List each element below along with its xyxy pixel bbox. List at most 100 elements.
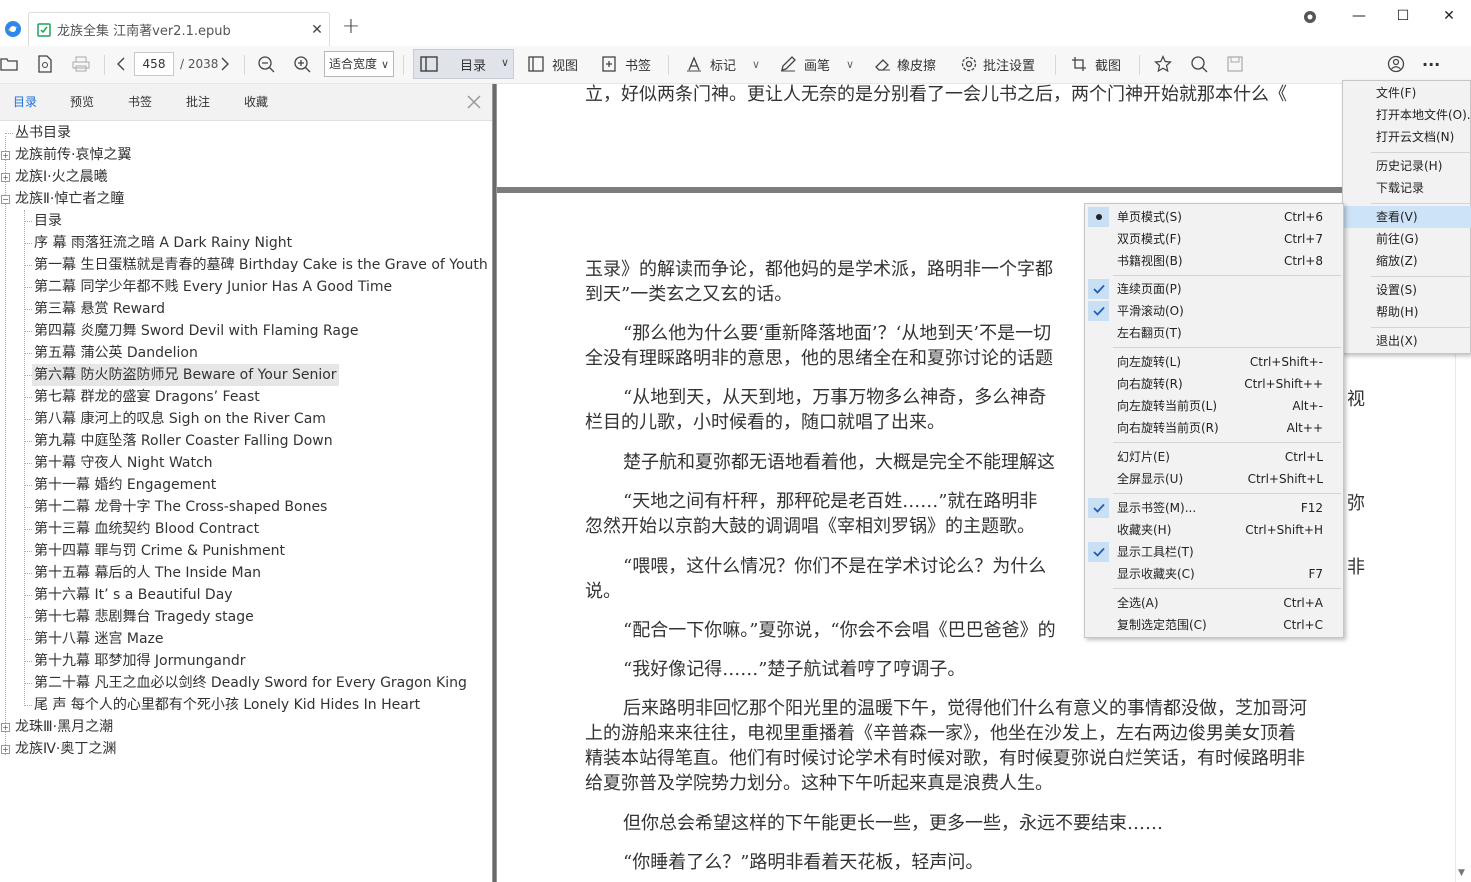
toc-item[interactable]: 第十一幕 婚约 Engagement (34, 474, 216, 496)
menu-item-favorites[interactable]: 收藏夹(H) Ctrl+Shift+H (1085, 519, 1343, 541)
toc-item[interactable]: 第十七幕 悲剧舞台 Tragedy stage (34, 606, 254, 628)
menu-item-select-all[interactable]: 全选(A) Ctrl+A (1085, 592, 1343, 614)
previous-page-button[interactable] (116, 46, 126, 82)
toc-item[interactable]: 第二十幕 凡王之血必以剑终 Deadly Sword for Every Gra… (34, 672, 467, 694)
expand-icon[interactable]: + (1, 151, 10, 160)
open-folder-button[interactable] (0, 46, 18, 82)
menu-item-show-favorites[interactable]: 显示收藏夹(C) F7 (1085, 563, 1343, 585)
menu-item-single-page[interactable]: 单页模式(S) Ctrl+6 (1085, 206, 1343, 228)
toc-item[interactable]: 第十九幕 耶梦加得 Jormungandr (34, 650, 245, 672)
menu-item-show-bookmarks[interactable]: 显示书签(M)... F12 (1085, 497, 1343, 519)
collapse-icon[interactable]: − (1, 195, 10, 204)
menu-item-rotate-right[interactable]: 向右旋转(R) Ctrl+Shift++ (1085, 373, 1343, 395)
fit-mode-select[interactable]: 适合宽度 ∨ (324, 51, 394, 77)
menu-item-exit[interactable]: 退出(X) (1343, 330, 1471, 352)
menu-item-show-toolbar[interactable]: 显示工具栏(T) (1085, 541, 1343, 563)
menu-item-fullscreen[interactable]: 全屏显示(U) Ctrl+Shift+L (1085, 468, 1343, 490)
menu-item-copy-selection[interactable]: 复制选定范围(C) Ctrl+C (1085, 614, 1343, 636)
menu-item-settings[interactable]: 设置(S) (1343, 279, 1471, 301)
menu-item-goto[interactable]: 前往(G) (1343, 228, 1471, 250)
close-window-button[interactable]: ✕ (1426, 4, 1471, 28)
document-info-button[interactable] (37, 46, 53, 82)
menu-item-downloads[interactable]: 下载记录 (1343, 177, 1471, 199)
toc-toggle-button[interactable]: 目录 ∨ (413, 49, 514, 79)
toc-item[interactable]: 第十幕 守夜人 Night Watch (34, 452, 213, 474)
new-tab-button[interactable]: + (340, 16, 362, 38)
expand-icon[interactable]: + (1, 173, 10, 182)
tab-favorites[interactable]: 收藏 (244, 84, 268, 121)
toc-item[interactable]: 丛书目录 (15, 122, 71, 144)
print-button[interactable] (72, 46, 90, 82)
toc-item[interactable]: 序 幕 雨落狂流之暗 A Dark Rainy Night (34, 232, 292, 254)
favorite-button[interactable] (1154, 46, 1172, 82)
toc-item[interactable]: 第七幕 群龙的盛宴 Dragons’ Feast (34, 386, 260, 408)
search-button[interactable] (1190, 46, 1208, 82)
toc-item[interactable]: 龙珠Ⅲ·黑月之潮 (15, 716, 113, 738)
expand-icon[interactable]: + (1, 723, 10, 732)
toc-item[interactable]: 第十五幕 幕后的人 The Inside Man (34, 562, 261, 584)
menu-item-continuous[interactable]: 连续页面(P) (1085, 278, 1343, 300)
toc-item[interactable]: 第九幕 中庭坠落 Roller Coaster Falling Down (34, 430, 333, 452)
tab-close-button[interactable]: ✕ (305, 22, 329, 38)
menu-item-history[interactable]: 历史记录(H) (1343, 155, 1471, 177)
menu-item-help[interactable]: 帮助(H) (1343, 301, 1471, 323)
menu-item-zoom[interactable]: 缩放(Z) (1343, 250, 1471, 272)
account-button[interactable] (1387, 46, 1405, 82)
document-tab[interactable]: 龙族全集 江南著ver2.1.epub ✕ (28, 12, 330, 46)
screenshot-button[interactable]: 截图 (1071, 46, 1121, 82)
menu-item-view[interactable]: 查看(V) (1343, 206, 1471, 228)
next-page-button[interactable] (220, 46, 230, 82)
menu-item-rotate-page-right[interactable]: 向右旋转当前页(R) Alt++ (1085, 417, 1343, 439)
toc-item[interactable]: 第三幕 悬赏 Reward (34, 298, 165, 320)
zoom-out-button[interactable] (257, 46, 275, 82)
tab-bookmarks[interactable]: 书签 (128, 84, 152, 121)
menu-item-double-page[interactable]: 双页模式(F) Ctrl+7 (1085, 228, 1343, 250)
menu-item-smooth-scroll[interactable]: 平滑滚动(O) (1085, 300, 1343, 322)
toc-item[interactable]: 龙族Ⅱ·悼亡者之瞳 (15, 188, 124, 210)
toc-item[interactable]: 第一幕 生日蛋糕就是青春的墓碑 Birthday Cake is the Gra… (34, 254, 488, 276)
menu-item-file[interactable]: 文件(F) (1343, 82, 1471, 104)
toc-item[interactable]: 第十三幕 血统契约 Blood Contract (34, 518, 259, 540)
toc-item[interactable]: 第十八幕 迷宫 Maze (34, 628, 164, 650)
toc-item[interactable]: 第八幕 康河上的叹息 Sigh on the River Cam (34, 408, 326, 430)
close-icon[interactable] (464, 92, 484, 112)
menu-item-slideshow[interactable]: 幻灯片(E) Ctrl+L (1085, 446, 1343, 468)
pen-button[interactable]: 画笔 ∨ (780, 46, 854, 82)
toc-item[interactable]: 第十二幕 龙骨十字 The Cross-shaped Bones (34, 496, 327, 518)
zoom-in-button[interactable] (293, 46, 311, 82)
maximize-button[interactable]: ☐ (1380, 4, 1426, 28)
menu-item-horizontal-flip[interactable]: 左右翻页(T) (1085, 322, 1343, 344)
user-status-icon[interactable] (1303, 10, 1317, 24)
toc-item[interactable]: 第二幕 同学少年都不贱 Every Junior Has A Good Time (34, 276, 392, 298)
toc-item[interactable]: 目录 (34, 210, 62, 232)
tab-preview[interactable]: 预览 (70, 84, 94, 121)
view-button[interactable]: 视图 (528, 46, 578, 82)
tab-toc[interactable]: 目录 (13, 84, 37, 121)
menu-item-open-cloud[interactable]: 打开云文档(N) (1343, 126, 1471, 148)
menu-item-rotate-page-left[interactable]: 向左旋转当前页(L) Alt+- (1085, 395, 1343, 417)
toc-item[interactable]: 尾 声 每个人的心里都有个死小孩 Lonely Kid Hides In Hea… (34, 694, 420, 716)
annotation-settings-button[interactable]: 批注设置 (961, 46, 1035, 82)
menu-item-book-view[interactable]: 书籍视图(B) Ctrl+8 (1085, 250, 1343, 272)
scroll-down-icon[interactable]: ▼ (1458, 868, 1465, 878)
toc-item-selected[interactable]: 第六幕 防火防盗防师兄 Beware of Your Senior (32, 364, 339, 386)
more-menu-button[interactable]: ··· (1422, 46, 1440, 82)
eraser-button[interactable]: 橡皮擦 (875, 46, 936, 82)
toc-item[interactable]: 第十六幕 It’ s a Beautiful Day (34, 584, 233, 606)
toc-item[interactable]: 龙族前传·哀悼之翼 (15, 144, 131, 166)
toc-item[interactable]: 第五幕 蒲公英 Dandelion (34, 342, 198, 364)
minimize-button[interactable]: — (1336, 4, 1382, 28)
chevron-down-icon[interactable]: ∨ (752, 58, 760, 71)
toc-item[interactable]: 第十四幕 罪与罚 Crime & Punishment (34, 540, 285, 562)
mark-button[interactable]: 标记 ∨ (686, 46, 760, 82)
page-number-input[interactable]: 458 (134, 52, 174, 76)
menu-item-rotate-left[interactable]: 向左旋转(L) Ctrl+Shift+- (1085, 351, 1343, 373)
menu-item-open-local[interactable]: 打开本地文件(O)... (1343, 104, 1471, 126)
bookmark-button[interactable]: 书签 (601, 46, 651, 82)
save-button[interactable] (1227, 46, 1243, 82)
toc-item[interactable]: 龙族Ⅰ·火之晨曦 (15, 166, 108, 188)
toc-item[interactable]: 龙族Ⅳ·奥丁之渊 (15, 738, 116, 760)
toc-item[interactable]: 第四幕 炎魔刀舞 Sword Devil with Flaming Rage (34, 320, 358, 342)
chevron-down-icon[interactable]: ∨ (846, 58, 854, 71)
tab-annotations[interactable]: 批注 (186, 84, 210, 121)
